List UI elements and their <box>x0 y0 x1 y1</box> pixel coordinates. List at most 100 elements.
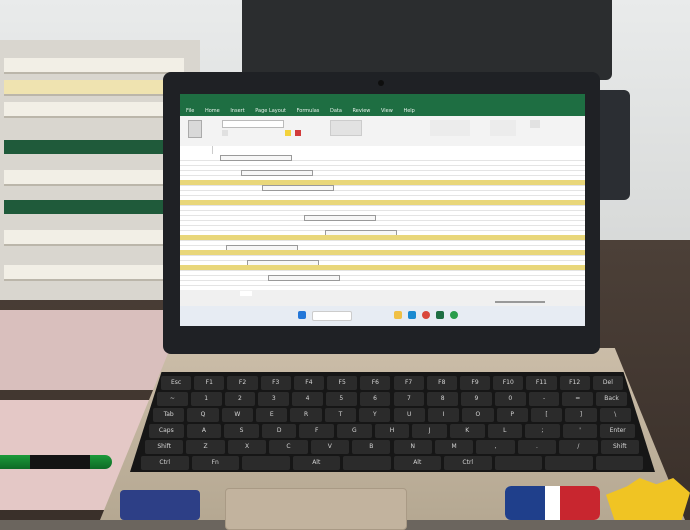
keyboard-key[interactable]: Ctrl <box>444 456 492 470</box>
keyboard-key[interactable]: 6 <box>359 392 391 406</box>
keyboard-key[interactable]: I <box>427 408 460 422</box>
keyboard-key[interactable]: F <box>299 424 335 438</box>
keyboard-key[interactable]: = <box>562 392 594 406</box>
keyboard-key[interactable]: K <box>449 424 485 438</box>
tab-file[interactable]: File <box>186 108 194 114</box>
keyboard-key[interactable]: E <box>256 408 288 422</box>
font-color-icon[interactable] <box>295 130 301 136</box>
keyboard-key[interactable]: Enter <box>600 424 635 438</box>
keyboard-key[interactable]: W <box>221 408 254 422</box>
keyboard-key[interactable]: 2 <box>224 392 256 406</box>
keyboard-key[interactable]: P <box>496 408 528 422</box>
keyboard-key[interactable]: - <box>528 392 560 406</box>
keyboard-key[interactable]: [ <box>530 408 563 422</box>
keyboard-key[interactable]: 0 <box>494 392 526 406</box>
keyboard-key[interactable]: 9 <box>461 392 492 406</box>
tab-home[interactable]: Home <box>205 108 220 114</box>
keyboard-key[interactable]: Y <box>359 408 391 422</box>
keyboard-key[interactable]: G <box>337 424 372 438</box>
keyboard-key[interactable]: F6 <box>360 376 391 390</box>
keyboard-key[interactable]: Alt <box>292 456 340 470</box>
insert-cells-button[interactable] <box>490 120 516 136</box>
tab-view[interactable]: View <box>381 108 393 114</box>
paste-icon[interactable] <box>188 120 202 138</box>
zoom-slider[interactable] <box>495 301 545 303</box>
keyboard-key[interactable]: Shift <box>145 440 184 454</box>
keyboard-key[interactable]: 4 <box>292 392 323 406</box>
keyboard-key[interactable]: F2 <box>227 376 258 390</box>
keyboard-key[interactable]: \ <box>599 408 631 422</box>
keyboard-key[interactable]: O <box>462 408 494 422</box>
keyboard-key[interactable]: Caps <box>149 424 184 438</box>
keyboard-key[interactable]: C <box>269 440 308 454</box>
keyboard-key[interactable]: / <box>559 440 598 454</box>
keyboard-key[interactable]: 8 <box>427 392 459 406</box>
chrome-icon[interactable] <box>422 311 430 319</box>
keyboard-key[interactable]: ' <box>562 424 598 438</box>
keyboard-key[interactable]: Q <box>187 408 219 422</box>
keyboard-key[interactable] <box>242 456 290 470</box>
keyboard-key[interactable]: ] <box>565 408 597 422</box>
keyboard-key[interactable]: F11 <box>526 376 557 390</box>
tab-data[interactable]: Data <box>330 108 342 114</box>
tab-help[interactable]: Help <box>403 108 414 114</box>
keyboard-key[interactable]: N <box>393 440 432 454</box>
keyboard-key[interactable]: 3 <box>258 392 290 406</box>
file-explorer-icon[interactable] <box>394 311 402 319</box>
edge-icon[interactable] <box>408 311 416 319</box>
fill-color-icon[interactable] <box>285 130 291 136</box>
touchpad[interactable] <box>225 488 407 530</box>
keyboard-key[interactable]: R <box>290 408 322 422</box>
sheet-tab-active[interactable] <box>240 291 252 296</box>
keyboard-key[interactable]: F3 <box>260 376 291 390</box>
app-icon[interactable] <box>450 311 458 319</box>
bold-button[interactable] <box>222 130 228 136</box>
keyboard-key[interactable] <box>595 456 643 470</box>
keyboard-key[interactable]: F4 <box>293 376 325 390</box>
keyboard-key[interactable]: F8 <box>426 376 457 390</box>
search-icon[interactable] <box>312 311 352 321</box>
keyboard-key[interactable]: L <box>487 424 523 438</box>
font-box[interactable] <box>222 120 284 128</box>
keyboard-key[interactable] <box>343 456 391 470</box>
name-box[interactable] <box>182 146 213 154</box>
keyboard-key[interactable]: 5 <box>325 392 357 406</box>
keyboard-key[interactable]: U <box>393 408 425 422</box>
keyboard-key[interactable]: M <box>434 440 474 454</box>
keyboard-key[interactable]: 7 <box>393 392 425 406</box>
sum-icon[interactable] <box>530 120 540 128</box>
keyboard-key[interactable]: F9 <box>459 376 491 390</box>
keyboard-key[interactable]: . <box>517 440 557 454</box>
tab-page-layout[interactable]: Page Layout <box>255 108 286 114</box>
keyboard-key[interactable] <box>545 456 593 470</box>
keyboard-key[interactable]: H <box>374 424 410 438</box>
keyboard-key[interactable]: S <box>224 424 259 438</box>
keyboard-key[interactable]: ; <box>525 424 560 438</box>
keyboard-key[interactable]: T <box>324 408 357 422</box>
keyboard-key[interactable]: Esc <box>161 376 192 390</box>
keyboard-key[interactable]: , <box>476 440 515 454</box>
keyboard-key[interactable]: J <box>412 424 447 438</box>
conditional-format-button[interactable] <box>430 120 470 136</box>
tab-formulas[interactable]: Formulas <box>297 108 320 114</box>
merge-center-button[interactable] <box>330 120 362 136</box>
keyboard-key[interactable]: Fn <box>191 456 239 470</box>
windows-start-icon[interactable] <box>298 311 306 319</box>
keyboard-key[interactable]: F5 <box>327 376 358 390</box>
keyboard-key[interactable]: A <box>186 424 222 438</box>
keyboard-key[interactable]: Shift <box>600 440 639 454</box>
keyboard-key[interactable]: D <box>261 424 297 438</box>
keyboard-key[interactable]: Back <box>596 392 627 406</box>
keyboard-key[interactable] <box>494 456 542 470</box>
keyboard-key[interactable]: Tab <box>153 408 185 422</box>
keyboard-key[interactable]: F7 <box>393 376 424 390</box>
keyboard-key[interactable]: Ctrl <box>141 456 189 470</box>
keyboard-key[interactable]: Alt <box>393 456 441 470</box>
keyboard-key[interactable]: X <box>227 440 267 454</box>
tab-insert[interactable]: Insert <box>230 108 244 114</box>
keyboard-key[interactable]: B <box>352 440 391 454</box>
tab-review[interactable]: Review <box>353 108 371 114</box>
keyboard-key[interactable]: ~ <box>157 392 188 406</box>
keyboard-key[interactable]: V <box>310 440 350 454</box>
excel-icon[interactable] <box>436 311 444 319</box>
